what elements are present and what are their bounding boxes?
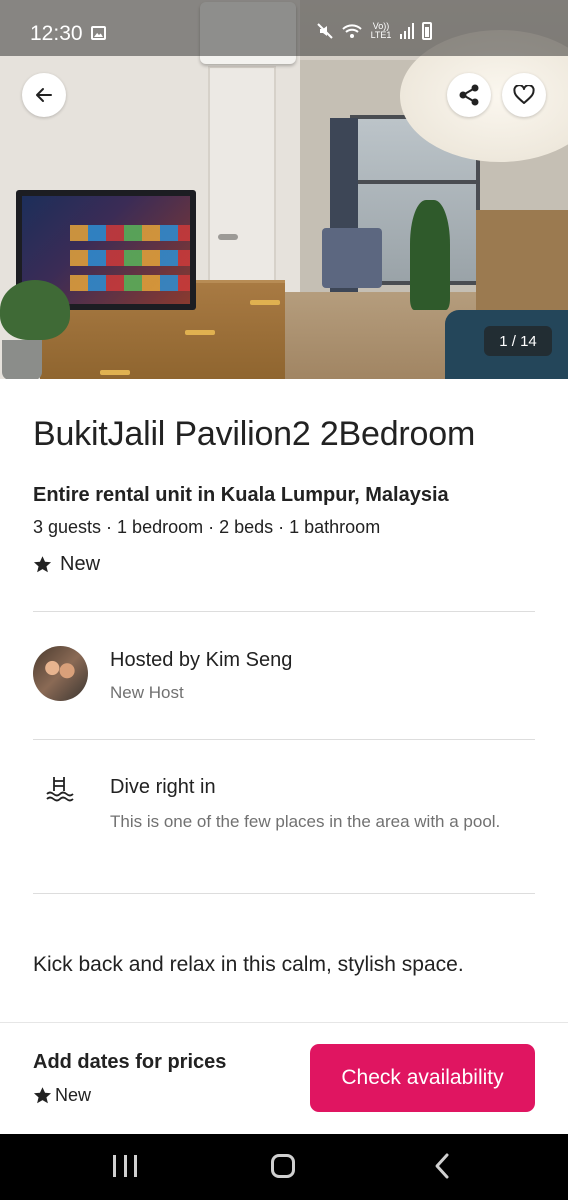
footer-rating-label: New	[55, 1085, 92, 1105]
signal-icon	[400, 23, 414, 39]
feature-description: This is one of the few places in the are…	[110, 812, 501, 831]
price-label: Add dates for prices	[33, 1051, 227, 1073]
star-icon	[33, 556, 52, 573]
status-icons: Vo)) LTE1	[316, 22, 432, 40]
photo-cabinet-handle	[100, 370, 130, 375]
nav-back-icon[interactable]	[432, 1152, 452, 1180]
listing-specs: 3 guests · 1 bedroom · 2 beds · 1 bathro…	[33, 517, 381, 537]
photo-cabinet-handle	[185, 330, 215, 335]
footer-rating: New	[33, 1085, 91, 1106]
host-subtitle: New Host	[110, 683, 184, 702]
share-icon	[459, 84, 479, 106]
listing-description: Kick back and relax in this calm, stylis…	[33, 953, 464, 976]
pool-icon	[46, 777, 74, 802]
check-availability-button[interactable]: Check availability	[310, 1044, 535, 1112]
photo-pot	[2, 340, 42, 379]
battery-icon	[422, 22, 432, 40]
photo-tv-row	[70, 250, 190, 266]
rating-label: New	[60, 553, 101, 575]
volte-icon: Vo)) LTE1	[370, 21, 392, 40]
photo-plant	[410, 200, 450, 310]
photo-tv-row	[70, 225, 190, 241]
heart-icon	[513, 85, 535, 104]
photo-shelf	[476, 210, 568, 320]
back-arrow-icon	[36, 88, 52, 102]
feature-title: Dive right in	[110, 776, 216, 798]
mute-icon	[317, 23, 333, 39]
gallery-icon	[91, 26, 106, 40]
listing-rating: New	[33, 553, 100, 576]
host-title[interactable]: Hosted by Kim Seng	[110, 649, 292, 672]
divider	[33, 739, 535, 740]
photo-door-handle	[218, 234, 238, 240]
photo-tv-row	[70, 275, 190, 291]
divider	[33, 893, 535, 894]
listing-subtitle: Entire rental unit in Kuala Lumpur, Mala…	[33, 484, 449, 506]
star-icon	[33, 1087, 52, 1104]
status-time: 12:30	[30, 22, 83, 45]
photo-plant	[0, 280, 70, 340]
listing-title: BukitJalil Pavilion2 2Bedroom	[33, 415, 476, 453]
status-bar: 12:30 Vo)) LTE1	[0, 0, 568, 56]
recents-icon[interactable]	[113, 1155, 137, 1177]
share-button[interactable]	[447, 73, 491, 117]
listing-photo[interactable]	[0, 0, 568, 379]
back-button[interactable]	[22, 73, 66, 117]
divider	[33, 611, 535, 612]
photo-bed	[322, 228, 382, 288]
photo-counter: 1 / 14	[484, 326, 552, 356]
host-avatar[interactable]	[33, 646, 88, 701]
wifi-icon	[342, 24, 362, 38]
photo-window-bar	[350, 180, 480, 184]
home-icon[interactable]	[271, 1154, 295, 1178]
save-to-wishlist-button[interactable]	[502, 73, 546, 117]
photo-cabinet-handle	[250, 300, 280, 305]
